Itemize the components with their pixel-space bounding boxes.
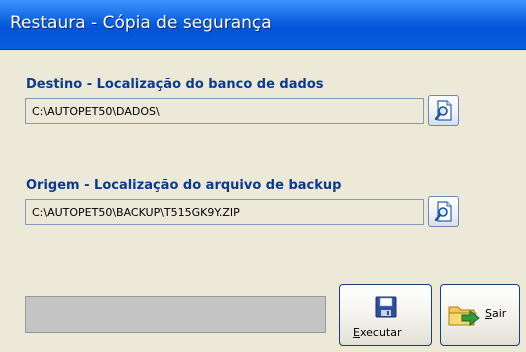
destino-label: Destino - Localização do banco de dados xyxy=(26,77,324,92)
sair-label-rest: air xyxy=(491,307,507,320)
progress-bar xyxy=(25,296,326,333)
search-document-icon xyxy=(434,100,452,121)
sair-label: Sair xyxy=(485,307,506,320)
origem-path-input[interactable] xyxy=(26,200,423,224)
destino-field-box xyxy=(25,98,424,124)
executar-button[interactable]: Executar xyxy=(339,284,432,346)
destino-path-input[interactable] xyxy=(26,99,423,123)
executar-mnemonic: E xyxy=(353,326,360,339)
executar-label: Executar xyxy=(353,326,402,339)
origem-label: Origem - Localização do arquivo de backu… xyxy=(26,178,342,193)
window-title: Restaura - Cópia de segurança xyxy=(10,13,272,33)
floppy-disk-icon xyxy=(375,296,397,318)
restore-backup-window: Restaura - Cópia de segurança Destino - … xyxy=(0,0,526,352)
origem-field-box xyxy=(25,199,424,225)
origem-browse-button[interactable] xyxy=(428,196,459,227)
sair-mnemonic: S xyxy=(485,307,492,320)
search-document-icon xyxy=(434,201,452,222)
destino-browse-button[interactable] xyxy=(428,95,459,126)
exit-folder-icon xyxy=(448,306,480,327)
executar-label-rest: xecutar xyxy=(359,326,402,339)
title-bar[interactable]: Restaura - Cópia de segurança xyxy=(0,0,526,50)
sair-button[interactable]: Sair xyxy=(440,284,520,346)
